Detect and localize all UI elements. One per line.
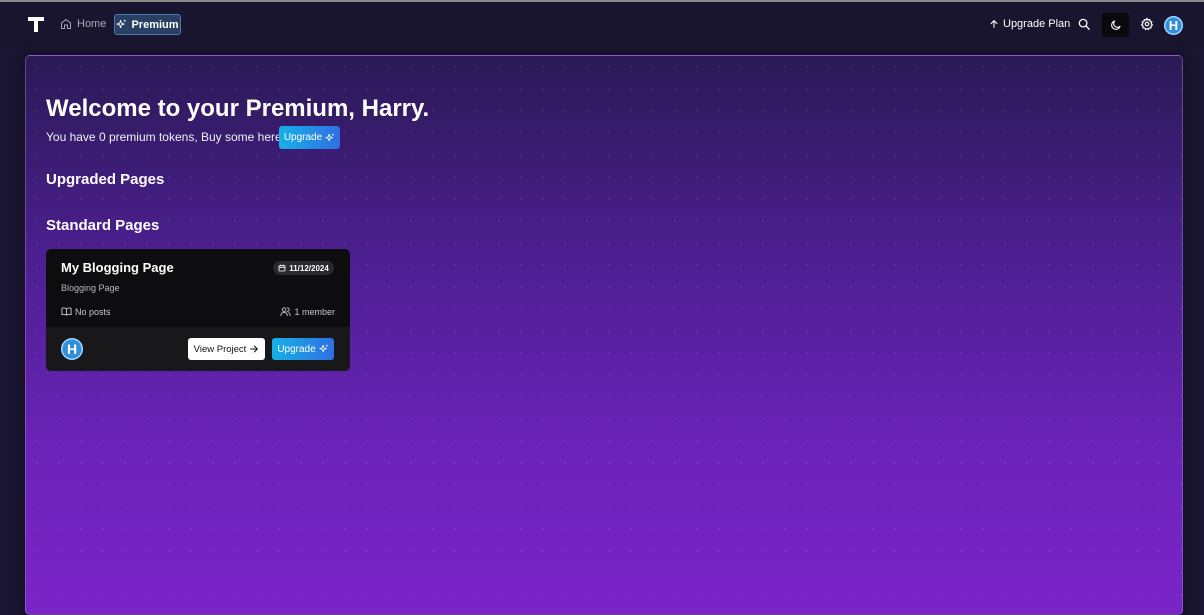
- upgrade-plan-label: Upgrade Plan: [1003, 18, 1071, 30]
- project-card-title: My Blogging Page: [61, 260, 174, 275]
- card-upgrade-label: Upgrade: [277, 343, 316, 355]
- search-icon[interactable]: [1077, 17, 1091, 31]
- upgraded-pages-heading: Upgraded Pages: [46, 171, 165, 188]
- upgrade-plan-button[interactable]: Upgrade Plan: [989, 13, 1070, 35]
- theme-toggle-button[interactable]: [1102, 13, 1129, 37]
- project-card-footer: H View Project Upgrade: [46, 327, 350, 371]
- sparkles-icon: [116, 19, 127, 30]
- page-title: Welcome to your Premium, Harry.: [46, 95, 430, 122]
- home-icon: [60, 18, 72, 30]
- tokens-text: You have 0 premium tokens, Buy some here…: [46, 130, 286, 144]
- upgrade-button-label: Upgrade: [283, 132, 323, 143]
- gear-icon[interactable]: [1140, 17, 1154, 31]
- nav-premium-tab[interactable]: Premium: [114, 14, 181, 35]
- users-icon: [280, 306, 292, 317]
- owner-avatar-letter: H: [66, 341, 78, 357]
- view-project-label: View Project: [193, 343, 247, 355]
- top-navbar: Home Premium Upgrade Plan H: [0, 2, 1204, 49]
- card-upgrade-button[interactable]: Upgrade: [272, 338, 334, 360]
- members-count: 1 member: [280, 306, 335, 317]
- members-label: 1 member: [294, 306, 335, 317]
- user-avatar[interactable]: H: [1164, 16, 1183, 35]
- buy-tokens-upgrade-button[interactable]: Upgrade: [279, 126, 340, 149]
- posts-count: No posts: [61, 306, 111, 317]
- owner-avatar[interactable]: H: [61, 338, 83, 360]
- nav-premium-label: Premium: [131, 18, 179, 31]
- date-badge: 11/12/2024: [273, 261, 334, 275]
- t-logo-icon[interactable]: [27, 15, 45, 33]
- book-icon: [61, 306, 72, 317]
- avatar-letter: H: [1168, 18, 1179, 33]
- standard-pages-heading: Standard Pages: [46, 217, 160, 234]
- arrow-up-icon: [989, 19, 999, 29]
- moon-icon: [1110, 19, 1122, 31]
- posts-label: No posts: [75, 306, 111, 317]
- nav-home-link[interactable]: Home: [60, 13, 106, 35]
- project-card-subtitle: Blogging Page: [61, 283, 120, 293]
- nav-home-label: Home: [77, 18, 107, 30]
- project-card: My Blogging Page 11/12/2024 Blogging Pag…: [46, 249, 350, 371]
- date-text: 11/12/2024: [289, 263, 329, 273]
- sparkles-icon: [325, 133, 335, 143]
- arrow-right-icon: [249, 344, 259, 354]
- calendar-icon: [278, 264, 286, 272]
- view-project-button[interactable]: View Project: [188, 338, 265, 360]
- sparkles-icon: [319, 344, 329, 354]
